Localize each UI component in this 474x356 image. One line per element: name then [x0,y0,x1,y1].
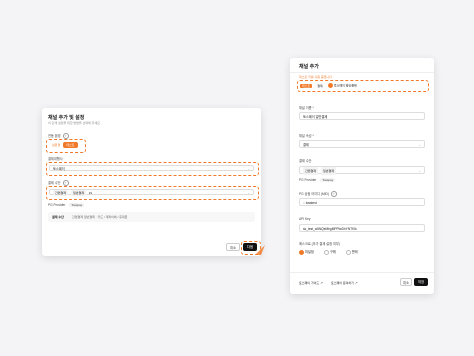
radio-icon [299,249,304,255]
save-button[interactable]: 저장 [414,278,428,286]
radio-icon [323,249,329,255]
lock-icon: ⌗ [303,201,305,205]
guide-link[interactable]: 토스페이 가이드 ↗ [299,281,323,285]
panel-title: 채널 추가 [299,64,319,70]
help-icon[interactable]: ? [330,191,337,197]
divider [290,72,434,73]
env-tab-tosspay-label: 토스페이 일반결제 [333,83,357,88]
mid-value: tosstest [305,201,317,205]
chevron-down-icon: ⌄ [418,143,421,147]
method-count: #1 [88,191,93,195]
cancel-button[interactable]: 취소 [226,243,240,251]
env-segmented-control[interactable]: 실환경 테스트 [49,142,78,148]
cancel-button[interactable]: 취소 [400,278,412,286]
env-radio-group[interactable]: 테스트 결제 토스페이 일반결제 [300,83,357,88]
add-channel-dialog: 채널 추가 및 설정 이 단계 설정을 위한 방법을 선택해 주세요 연동 환경… [42,108,261,256]
pg-provider-value: Tosspay [69,203,85,207]
guide-link-label: 토스페이 가이드 [299,281,320,285]
chevron-down-icon: ⌄ [247,167,250,171]
env-option-live[interactable]: 실환경 [49,142,63,148]
pg-select[interactable]: 토스페이 ⌄ [49,165,254,171]
method-label-text: 결제 수단 [48,181,61,185]
method-multiselect[interactable]: 간편결제 일반결제 #1 ⌄ [49,189,254,196]
dialog-title: 채널 추가 및 설정 [48,115,85,121]
env-tab-tosspay[interactable]: 토스페이 일반결제 [327,83,357,88]
env-tab-payment[interactable]: 결제 [317,84,323,88]
mid-input[interactable]: ⌗ tosstest [299,198,425,206]
approval-option-label: 판매 [351,250,358,254]
radio-icon [345,249,351,255]
chevron-down-icon: ⌄ [418,169,421,173]
approval-option-label: 미설정 [305,250,314,254]
pointer-arrow-icon [255,245,265,255]
pg-provider-label: PG Provider [48,203,66,207]
footer-links: 토스페이 가이드 ↗ 토스페이 문의하기 ↗ [299,281,358,285]
chevron-down-icon: ⌄ [247,191,250,195]
env-option-test[interactable]: 테스트 [63,142,78,148]
dialog-subtitle: 이 단계 설정을 위한 방법을 선택해 주세요 [48,121,100,125]
test-notice: 테스트 키를 사용 중입니다 [299,75,332,79]
external-link-icon: ↗ [320,281,324,285]
channel-name-input[interactable]: 토스페이 일반결제 [299,112,425,120]
divider [290,272,434,273]
env-tab-test[interactable]: 테스트 [300,83,313,88]
method-label: 결제 수단 [299,159,312,163]
approval-option-label: 구매 [329,250,336,254]
channel-attr-label: 채널 속성 * [299,134,314,138]
channel-name-label: 채널 이름 * [299,106,314,110]
method-chip[interactable]: 일반결제 [70,190,86,196]
inquiry-link[interactable]: 토스페이 문의하기 ↗ [331,281,358,285]
table-value: 간편결제 일반결제 · 카드 / 계좌이체 / 휴대폰 [72,215,128,219]
env-label-text: 연동 환경 [48,134,61,138]
method-summary-table: 결제 수단 간편결제 일반결제 · 카드 / 계좌이체 / 휴대폰 [48,212,255,222]
approval-radio-group[interactable]: 미설정 구매 판매 [299,249,358,255]
mid-label: PG 상점 아이디 (MID) ? [299,191,337,197]
pg-provider-label: PG Provider [299,178,317,182]
pg-provider-value: Tosspay [320,178,336,182]
external-link-icon: ↗ [354,281,358,285]
method-multiselect[interactable]: 간편결제 일반결제 ⌄ [299,166,425,175]
pg-select-value: 토스페이 [53,167,65,171]
pg-label: 결제대행사 [48,157,63,161]
approval-label: 에스크로 (추가 결제 설정 여부) [299,242,340,246]
approval-option[interactable]: 미설정 [299,249,314,255]
api-key-input[interactable]: sk_test_w5NQeMbgMPPlwDhYNTfXk [299,224,425,232]
pg-provider-row: PG Provider Tosspay [48,203,86,207]
api-key-label: API Key [299,217,311,221]
mid-label-text: PG 상점 아이디 (MID) [299,192,329,196]
method-chip[interactable]: 일반결제 [320,167,336,175]
channel-attr-value: 결제 [303,143,309,147]
approval-option[interactable]: 판매 [345,249,358,255]
add-channel-panel: 채널 추가 테스트 키를 사용 중입니다 테스트 결제 토스페이 일반결제 채널… [290,58,434,294]
method-chip[interactable]: 간편결제 [53,190,69,196]
channel-attr-select[interactable]: 결제 ⌄ [299,140,425,148]
method-chip[interactable]: 간편결제 [303,167,319,175]
radio-icon [327,83,333,88]
inquiry-link-label: 토스페이 문의하기 [331,281,354,285]
pg-provider-row: PG Provider Tosspay [299,178,337,182]
approval-option[interactable]: 구매 [323,249,336,255]
table-key: 결제 수단 [52,215,64,219]
